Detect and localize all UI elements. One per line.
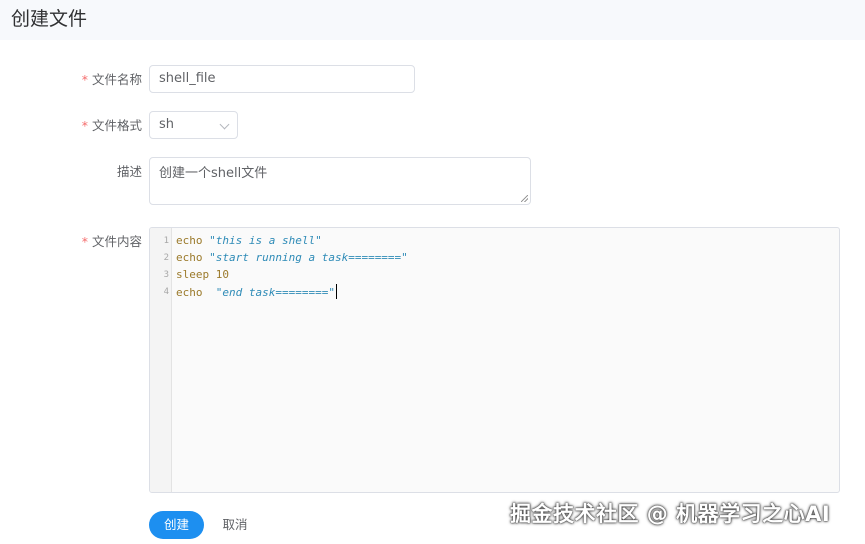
code-line: sleep 10 [176, 268, 229, 281]
cancel-button[interactable]: 取消 [214, 511, 256, 539]
description-textarea[interactable]: 创建一个shell文件 [149, 157, 531, 205]
code-line: echo "start running a task========" [176, 251, 408, 264]
description-value: 创建一个shell文件 [159, 166, 268, 181]
code-line: echo "end task========" [176, 284, 338, 301]
file-content-label: * 文件内容 [81, 234, 142, 249]
page-title: 创建文件 [11, 8, 88, 30]
page-header: 创建文件 [0, 0, 865, 40]
form-row-file-format: * 文件格式 sh [0, 111, 865, 141]
required-mark: * [81, 118, 88, 133]
create-button[interactable]: 创建 [149, 511, 204, 539]
file-name-input[interactable]: shell_file [149, 65, 415, 93]
file-format-value: sh [159, 117, 175, 132]
watermark-text: 掘金技术社区 @ 机器学习之心AI [510, 502, 831, 526]
form-row-file-name: * 文件名称 shell_file [0, 65, 865, 95]
resize-handle-icon[interactable] [521, 195, 528, 202]
chevron-down-icon [219, 119, 230, 130]
line-number: 1 [163, 236, 169, 246]
text-cursor [335, 284, 338, 299]
required-mark: * [81, 72, 88, 87]
line-number: 2 [163, 253, 169, 263]
line-number: 3 [163, 270, 169, 280]
line-number: 4 [163, 287, 169, 297]
form-row-description: 描述 创建一个shell文件 [0, 157, 865, 207]
code-line: echo "this is a shell" [176, 234, 322, 247]
line-number-gutter: 1 2 3 4 [150, 228, 172, 492]
file-format-select[interactable]: sh [149, 111, 238, 139]
code-editor[interactable]: 1 2 3 4 echo "this is a shell" echo "sta… [149, 227, 840, 493]
file-format-label: * 文件格式 [81, 118, 142, 133]
file-name-label: * 文件名称 [81, 72, 142, 87]
required-mark: * [81, 234, 88, 249]
description-label: 描述 [116, 164, 142, 179]
